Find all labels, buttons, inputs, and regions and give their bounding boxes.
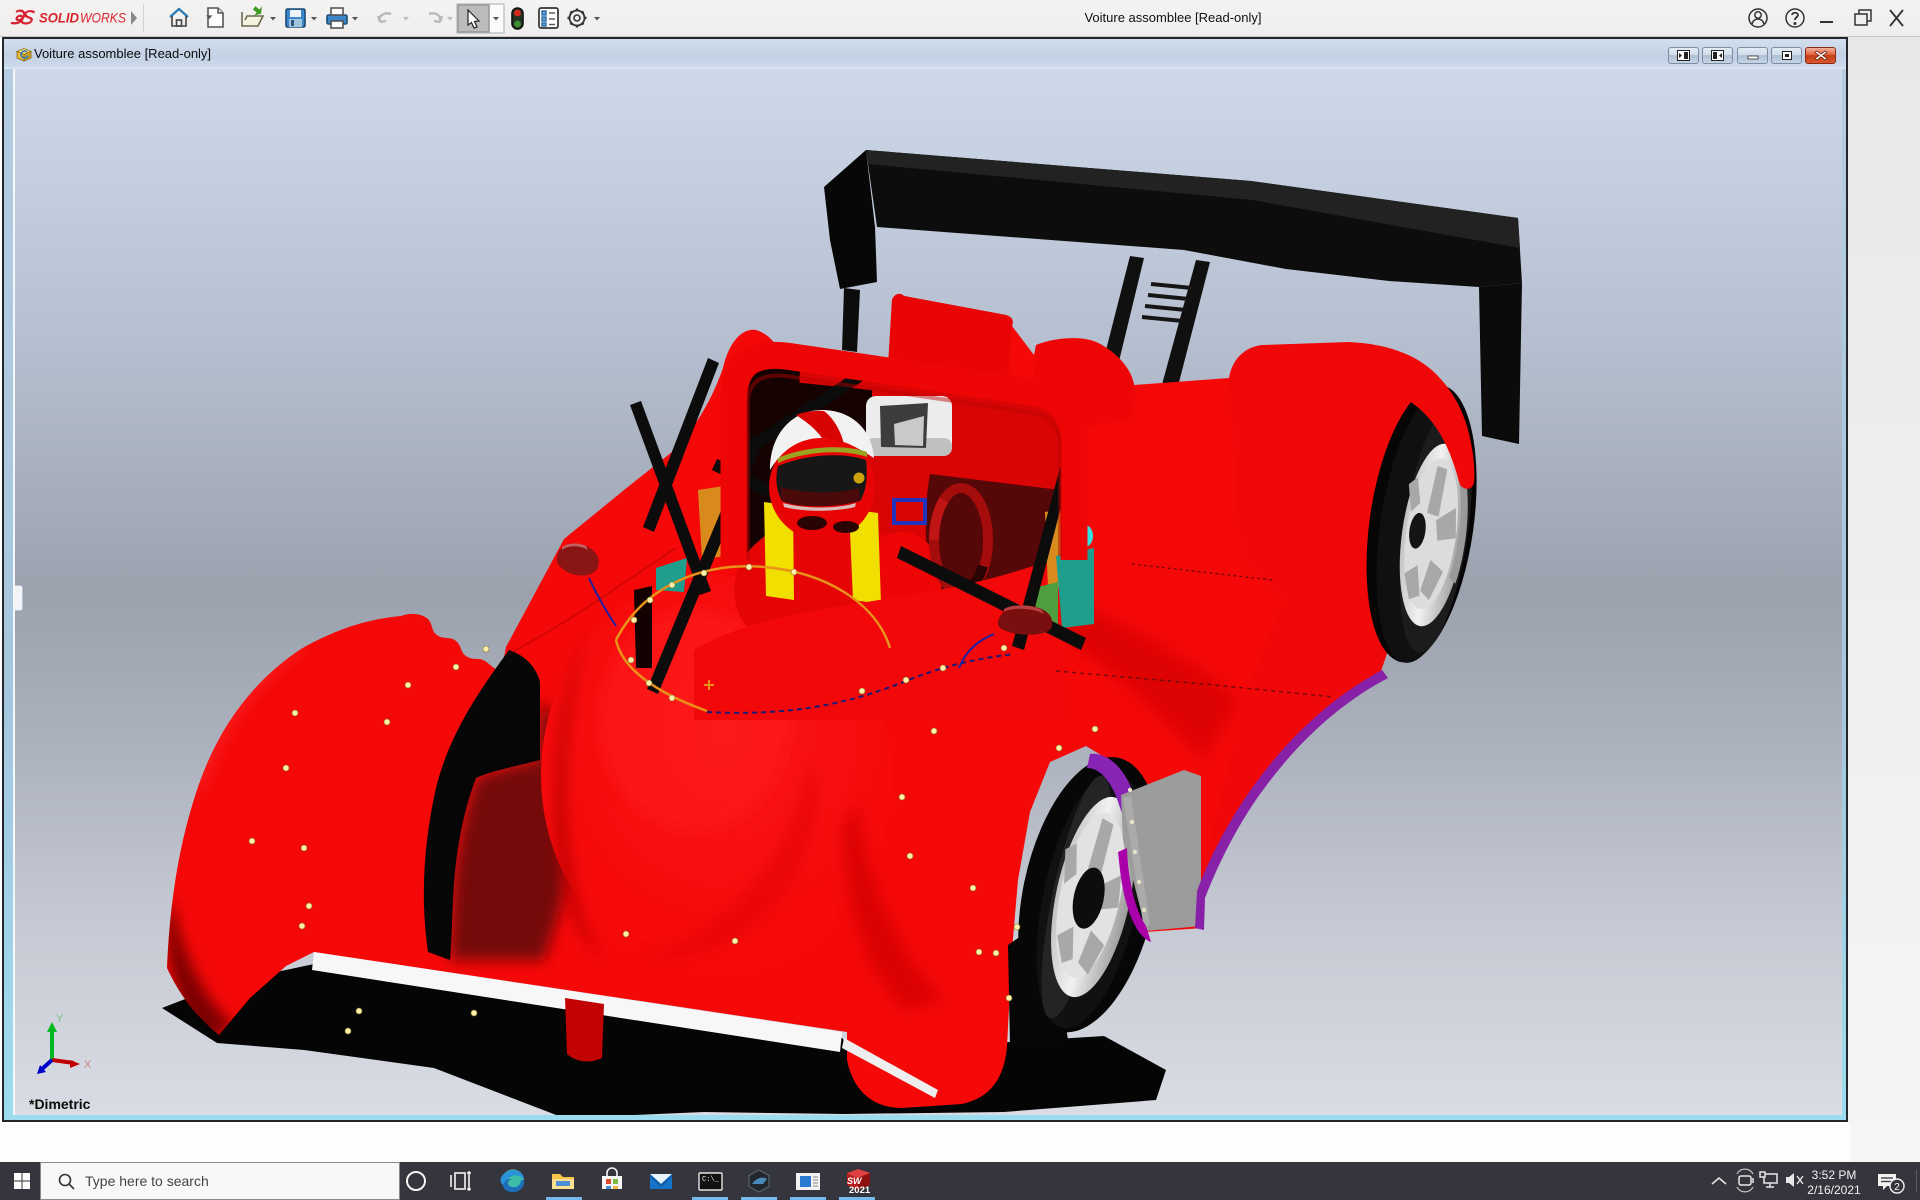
- svg-text:*Dimetric: *Dimetric: [29, 1096, 91, 1112]
- svg-text:Y: Y: [56, 1013, 64, 1025]
- svg-text:X: X: [84, 1059, 92, 1071]
- svg-text:2021: 2021: [849, 1185, 871, 1196]
- svg-text:C:\_: C:\_: [702, 1176, 720, 1184]
- svg-text:3:52 PM: 3:52 PM: [1812, 1168, 1857, 1182]
- svg-text:2/16/2021: 2/16/2021: [1807, 1183, 1861, 1197]
- svg-text:WORKS: WORKS: [80, 11, 126, 26]
- svg-text:SOLID: SOLID: [39, 11, 79, 26]
- svg-text:2: 2: [1894, 1182, 1900, 1193]
